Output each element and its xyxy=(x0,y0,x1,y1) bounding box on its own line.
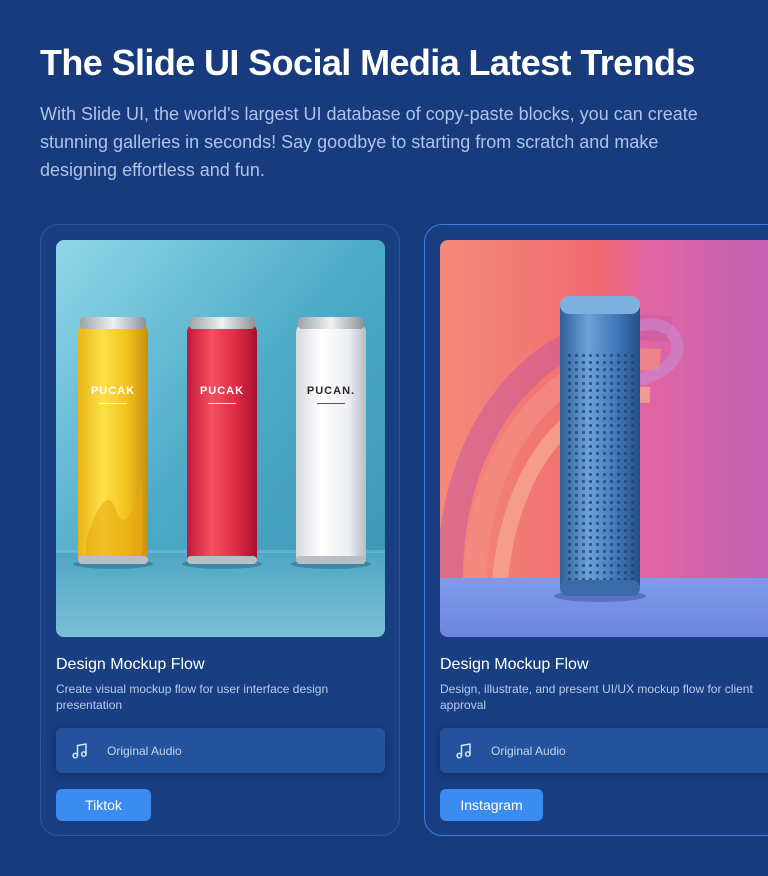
page-title: The Slide UI Social Media Latest Trends xyxy=(40,42,695,83)
post-image-cans: PUCAK PUCAK PUCAN. xyxy=(56,240,385,637)
card-title: Design Mockup Flow xyxy=(440,656,589,673)
audio-label: Original Audio xyxy=(107,743,182,758)
can-label-white: PUCAN. xyxy=(307,385,355,397)
post-image-speaker xyxy=(440,240,768,637)
audio-track[interactable]: Original Audio xyxy=(56,728,385,773)
can-label-red: PUCAK xyxy=(200,385,244,397)
card-description: Design, illustrate, and present UI/UX mo… xyxy=(440,682,753,712)
page-description: With Slide UI, the world's largest UI da… xyxy=(40,104,698,180)
tiktok-button[interactable]: Tiktok xyxy=(56,789,151,821)
post-card-tiktok[interactable]: PUCAK PUCAK PUCAN. Design Mockup Flow Cr… xyxy=(40,224,400,836)
card-title: Design Mockup Flow xyxy=(56,656,205,673)
music-note-icon xyxy=(455,742,473,760)
can-label-yellow: PUCAK xyxy=(91,385,135,397)
music-note-icon xyxy=(71,742,89,760)
card-description: Create visual mockup flow for user inter… xyxy=(56,682,329,712)
instagram-button[interactable]: Instagram xyxy=(440,789,543,821)
post-card-instagram[interactable]: Design Mockup Flow Design, illustrate, a… xyxy=(424,224,768,836)
audio-track[interactable]: Original Audio xyxy=(440,728,768,773)
audio-label: Original Audio xyxy=(491,743,566,758)
